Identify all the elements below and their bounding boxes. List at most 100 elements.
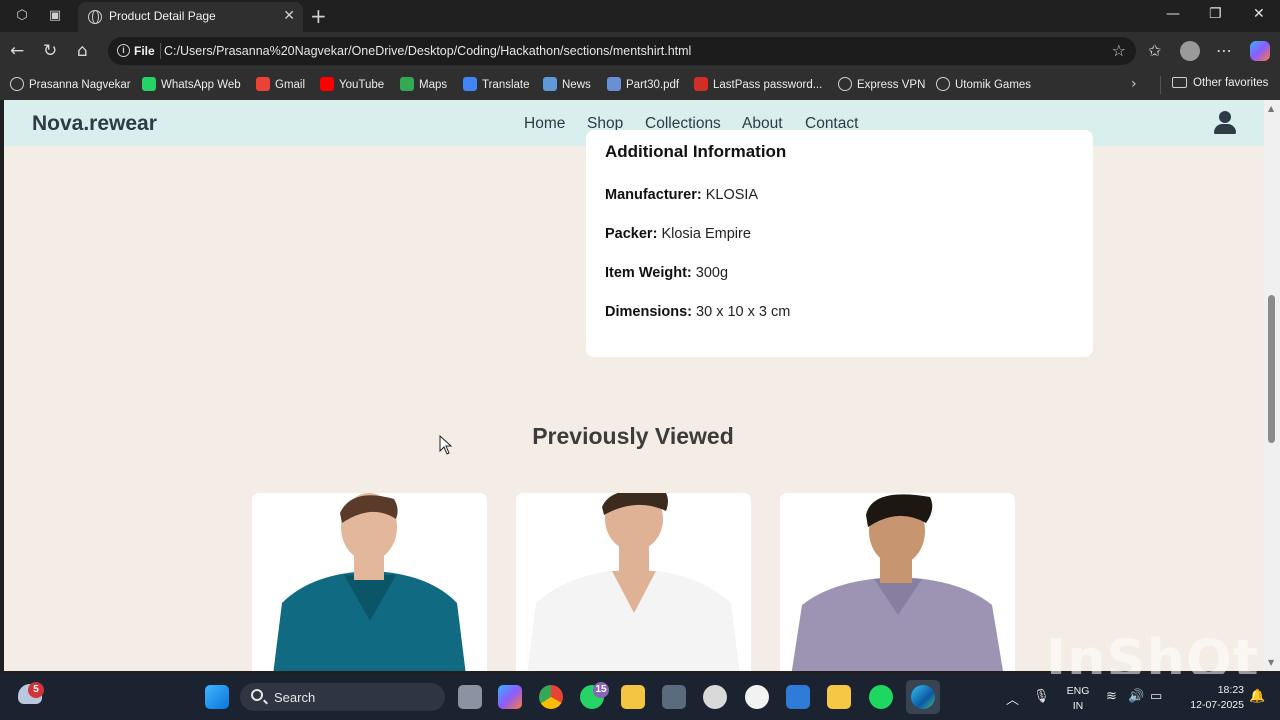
workspaces-icon[interactable]: ⬡ (14, 8, 30, 24)
microphone-icon[interactable]: 🎙 (1033, 689, 1050, 704)
favorite-item[interactable]: LastPass password... (694, 77, 822, 91)
more-menu-icon[interactable]: ⋯ (1216, 41, 1232, 60)
site-logo[interactable]: Nova.rewear (32, 112, 157, 136)
wifi-icon[interactable]: ≋ (1106, 689, 1117, 704)
other-favorites-label: Other favorites (1193, 77, 1269, 89)
youtube-icon (320, 77, 334, 91)
favorite-label: Gmail (275, 79, 306, 91)
globe-icon (10, 77, 24, 91)
file-explorer-icon[interactable] (621, 685, 645, 709)
favorite-item[interactable]: Part30.pdf (607, 77, 679, 91)
chatgpt-icon[interactable] (745, 685, 769, 709)
favorites-overflow-icon[interactable]: › (1131, 76, 1137, 92)
favorite-item[interactable]: WhatsApp Web (142, 77, 241, 91)
page-viewport: Nova.rewear Home Shop Collections About … (4, 100, 1264, 671)
news-icon (543, 77, 557, 91)
url-divider (160, 43, 161, 59)
info-icon[interactable]: i (117, 44, 130, 57)
home-icon[interactable]: ⌂ (77, 41, 88, 61)
info-row-item-weight: Item Weight: 300g (605, 265, 728, 281)
tab-actions-icon[interactable]: ▣ (47, 8, 63, 24)
tab-close-button[interactable]: ✕ (283, 8, 295, 24)
favorite-item[interactable]: Gmail (256, 77, 305, 91)
page-scrollbar[interactable]: ▲ ▼ (1264, 100, 1280, 671)
favorites-icon[interactable]: ✩ (1148, 41, 1161, 60)
new-tab-button[interactable]: + (310, 4, 327, 28)
favorite-item[interactable]: Translate (463, 77, 530, 91)
search-icon (251, 689, 263, 701)
task-view-icon[interactable] (458, 685, 482, 709)
edge-icon[interactable] (911, 685, 935, 709)
refresh-icon[interactable]: ↻ (43, 41, 57, 61)
favorite-item[interactable]: Prasanna Nagvekar (10, 77, 131, 91)
additional-info-title: Additional Information (605, 142, 787, 161)
info-value: KLOSIA (705, 187, 759, 203)
user-account-icon[interactable] (1214, 111, 1236, 135)
scrollbar-thumb[interactable] (1268, 295, 1275, 443)
favorite-label: Translate (482, 79, 530, 91)
scroll-up-icon[interactable]: ▲ (1268, 104, 1274, 113)
favorite-item[interactable]: News (543, 77, 591, 91)
folder-icon (1172, 77, 1187, 88)
address-input[interactable]: i File C:/Users/Prasanna%20Nagvekar/OneD… (108, 37, 1136, 65)
nav-link-home[interactable]: Home (524, 115, 565, 133)
info-label: Item Weight: (605, 265, 692, 281)
maps-icon (400, 77, 414, 91)
other-favorites-folder[interactable]: Other favorites (1172, 77, 1268, 89)
info-label: Manufacturer: (605, 187, 702, 203)
todo-icon[interactable] (786, 685, 810, 709)
calculator-icon[interactable] (662, 685, 686, 709)
address-toolbar: ← ↻ ⌂ i File C:/Users/Prasanna%20Nagveka… (0, 32, 1280, 70)
profile-avatar-icon[interactable] (1180, 41, 1200, 61)
spotify-icon[interactable] (869, 685, 893, 709)
back-icon[interactable]: ← (10, 41, 24, 61)
language-indicator[interactable]: ENG (1064, 685, 1092, 697)
copilot-icon[interactable] (1250, 41, 1270, 61)
favorite-item[interactable]: YouTube (320, 77, 384, 91)
favorite-label: WhatsApp Web (161, 79, 241, 91)
browser-tab-active[interactable]: Product Detail Page ✕ (78, 2, 303, 32)
language-region: IN (1072, 700, 1084, 712)
volume-icon[interactable]: 🔊 (1128, 689, 1144, 704)
favorite-star-icon[interactable]: ☆ (1112, 41, 1126, 60)
info-label: Dimensions: (605, 304, 693, 320)
product-card[interactable] (252, 493, 487, 671)
product-image (527, 493, 740, 671)
favorite-label: Part30.pdf (626, 79, 680, 91)
copilot-app-icon[interactable] (498, 685, 522, 709)
url-scheme-label: File (134, 44, 155, 58)
minimize-icon[interactable]: — (1166, 6, 1180, 22)
product-image (791, 494, 1003, 671)
battery-icon[interactable]: ▭ (1150, 689, 1162, 704)
favorite-item[interactable]: Utomik Games (936, 77, 1031, 91)
favorite-item[interactable]: Express VPN (838, 77, 925, 91)
favorites-divider (1160, 76, 1161, 94)
clock-time[interactable]: 18:23 (1178, 684, 1244, 696)
product-card[interactable] (780, 493, 1015, 671)
taskbar-search-box[interactable]: Search (240, 683, 445, 711)
whatsapp-badge: 15 (593, 682, 609, 698)
tray-overflow-icon[interactable]: ︿ (1006, 689, 1019, 708)
info-label: Packer: (605, 226, 658, 242)
clock-app-icon[interactable] (703, 685, 727, 709)
window-close-icon[interactable]: ✕ (1253, 6, 1265, 22)
mouse-cursor-icon (439, 435, 453, 455)
scroll-down-icon[interactable]: ▼ (1268, 658, 1274, 667)
info-row-dimensions: Dimensions: 30 x 10 x 3 cm (605, 304, 790, 320)
favorite-item[interactable]: Maps (400, 77, 447, 91)
favorite-label: Maps (419, 79, 448, 91)
notifications-icon[interactable]: 🔔 (1249, 689, 1265, 704)
taskbar-search-label: Search (274, 690, 316, 705)
globe-icon (838, 77, 852, 91)
chrome-icon[interactable] (539, 685, 563, 709)
additional-info-card: Additional Information Manufacturer: KLO… (586, 130, 1093, 357)
start-windows-icon[interactable] (205, 685, 229, 709)
url-text[interactable]: C:/Users/Prasanna%20Nagvekar/OneDrive/De… (164, 44, 691, 58)
info-value: Klosia Empire (661, 226, 751, 242)
clock-date[interactable]: 12-07-2025 (1178, 699, 1244, 711)
product-card[interactable] (516, 493, 751, 671)
sticky-notes-icon[interactable] (827, 685, 851, 709)
favorite-label: News (562, 79, 591, 91)
weather-badge: 5 (28, 682, 44, 698)
restore-icon[interactable]: ❐ (1209, 6, 1222, 22)
